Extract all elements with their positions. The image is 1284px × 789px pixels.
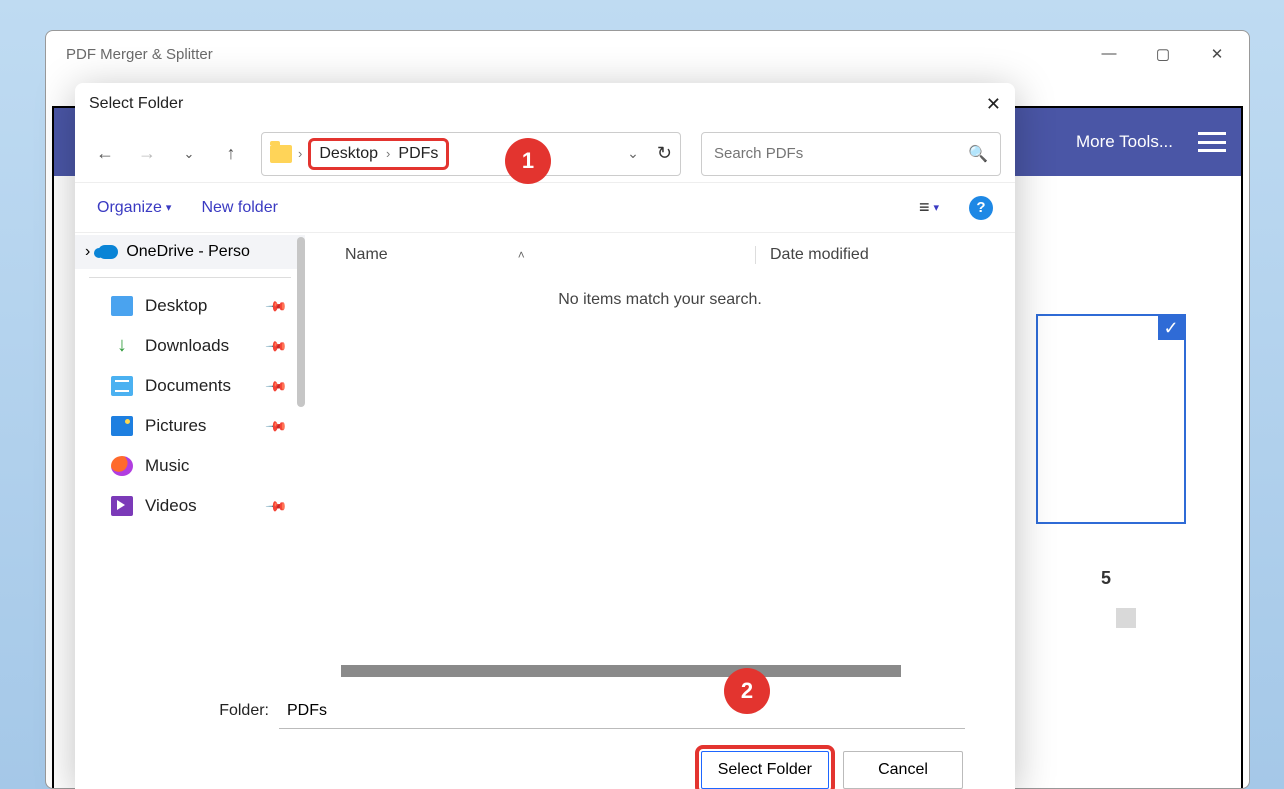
sidebar-item-music[interactable]: Music — [75, 446, 305, 486]
sidebar-item-label: Documents — [145, 376, 231, 396]
pdf-thumbnail[interactable]: ✓ — [1036, 314, 1186, 524]
thumbnail-scrollbar[interactable] — [1116, 608, 1136, 628]
sidebar-item-desktop[interactable]: Desktop 📌 — [75, 286, 305, 326]
menu-icon[interactable] — [1198, 132, 1226, 152]
cancel-button[interactable]: Cancel — [843, 751, 963, 789]
pin-icon: 📌 — [264, 494, 288, 518]
check-icon: ✓ — [1158, 316, 1184, 340]
chevron-right-icon: › — [298, 146, 302, 161]
music-icon — [111, 456, 133, 476]
breadcrumb-highlight: Desktop › PDFs — [308, 138, 449, 170]
folder-label: Folder: — [99, 702, 269, 720]
annotation-2: 2 — [724, 668, 770, 714]
chevron-right-icon: › — [386, 146, 390, 161]
close-button[interactable]: ✕ — [1205, 45, 1229, 63]
minimize-button[interactable]: — — [1097, 45, 1121, 63]
organize-menu[interactable]: Organize▾ — [97, 199, 171, 217]
pin-icon: 📌 — [264, 414, 288, 438]
refresh-button[interactable]: ↻ — [657, 143, 672, 164]
address-bar[interactable]: › Desktop › PDFs ⌄ ↻ — [261, 132, 681, 176]
horizontal-scrollbar[interactable] — [305, 665, 1015, 677]
empty-message: No items match your search. — [305, 277, 1015, 665]
sidebar-item-label: OneDrive - Perso — [126, 243, 250, 261]
pin-icon: 📌 — [264, 334, 288, 358]
dialog-titlebar: Select Folder ✕ — [75, 83, 1015, 125]
sidebar-item-pictures[interactable]: Pictures 📌 — [75, 406, 305, 446]
new-folder-button[interactable]: New folder — [201, 199, 277, 217]
thumbnail-label-fragment: 5 — [1101, 568, 1111, 589]
dialog-close-button[interactable]: ✕ — [986, 94, 1001, 115]
sidebar-item-label: Desktop — [145, 296, 207, 316]
dialog-toolbar: Organize▾ New folder ≡ ▾ ? — [75, 183, 1015, 233]
help-button[interactable]: ? — [969, 196, 993, 220]
breadcrumb-desktop[interactable]: Desktop — [319, 145, 378, 163]
nav-up-button[interactable]: ↑ — [215, 138, 247, 170]
dialog-title: Select Folder — [89, 95, 183, 113]
videos-icon — [111, 496, 133, 516]
column-date[interactable]: Date modified — [770, 246, 869, 263]
app-title: PDF Merger & Splitter — [66, 46, 213, 63]
select-folder-button[interactable]: Select Folder — [701, 751, 829, 789]
sidebar-item-downloads[interactable]: ↓ Downloads 📌 — [75, 326, 305, 366]
app-titlebar: PDF Merger & Splitter — ▢ ✕ — [46, 31, 1249, 77]
sidebar-item-label: Pictures — [145, 416, 206, 436]
chevron-right-icon: › — [85, 243, 90, 261]
pin-icon: 📌 — [264, 294, 288, 318]
breadcrumb-pdfs[interactable]: PDFs — [398, 145, 438, 163]
sort-arrow-icon: ˄ — [518, 248, 525, 262]
nav-back-button[interactable]: ← — [89, 138, 121, 170]
sidebar-item-label: Downloads — [145, 336, 229, 356]
search-icon[interactable]: 🔍 — [968, 144, 988, 164]
more-tools-button[interactable]: More Tools... — [1076, 132, 1173, 152]
search-input[interactable] — [714, 145, 968, 162]
sidebar-item-documents[interactable]: Documents 📌 — [75, 366, 305, 406]
documents-icon — [111, 376, 133, 396]
file-list-area: Name ˄ Date modified No items match your … — [305, 233, 1015, 677]
onedrive-icon — [98, 245, 118, 259]
column-name[interactable]: Name — [345, 246, 388, 264]
nav-forward-button[interactable]: → — [131, 138, 163, 170]
folder-icon — [270, 145, 292, 163]
sidebar-item-label: Music — [145, 456, 189, 476]
search-box[interactable]: 🔍 — [701, 132, 1001, 176]
divider — [89, 277, 291, 278]
nav-recent-dropdown[interactable]: ⌄ — [173, 138, 205, 170]
column-headers: Name ˄ Date modified — [305, 233, 1015, 277]
select-folder-dialog: Select Folder ✕ ← → ⌄ ↑ › Desktop › PDFs… — [75, 83, 1015, 789]
folder-input[interactable] — [279, 693, 965, 729]
view-options-button[interactable]: ≡ ▾ — [919, 197, 939, 218]
sidebar-item-videos[interactable]: Videos 📌 — [75, 486, 305, 526]
maximize-button[interactable]: ▢ — [1151, 45, 1175, 63]
sidebar-item-onedrive[interactable]: › OneDrive - Perso — [75, 235, 305, 269]
nav-sidebar: › OneDrive - Perso Desktop📌 ↓Downloads📌 … — [75, 233, 305, 677]
pictures-icon — [111, 416, 133, 436]
address-dropdown[interactable]: ⌄ — [627, 145, 639, 162]
dialog-footer: Folder: Select Folder Cancel — [75, 677, 1015, 789]
pin-icon: 📌 — [264, 374, 288, 398]
download-icon: ↓ — [111, 336, 133, 356]
annotation-1: 1 — [505, 138, 551, 184]
desktop-icon — [111, 296, 133, 316]
sidebar-item-label: Videos — [145, 496, 197, 516]
